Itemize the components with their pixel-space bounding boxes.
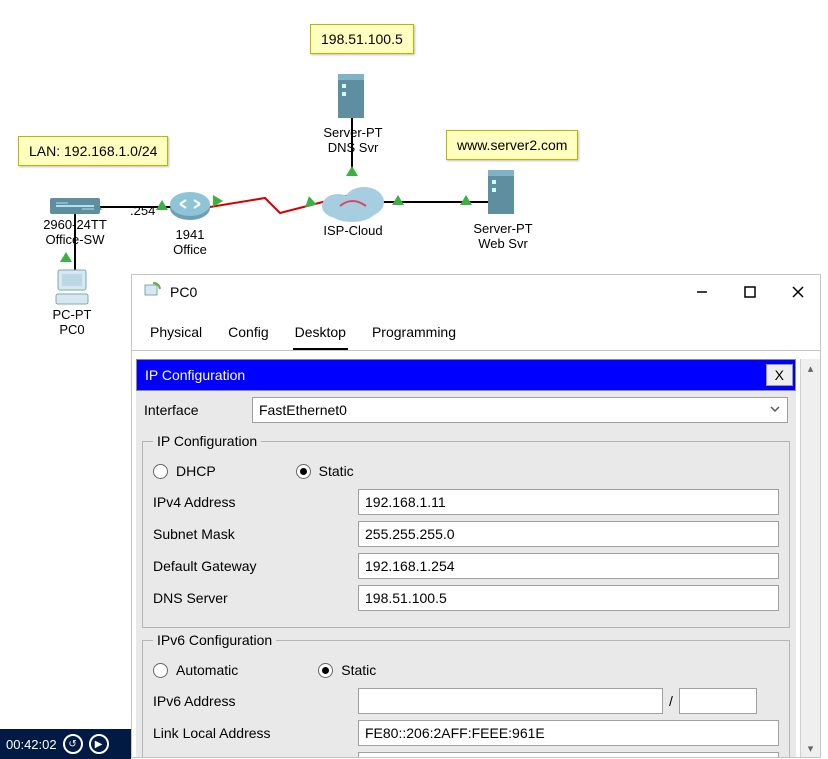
lan-note: LAN: 192.168.1.0/24 xyxy=(18,136,168,166)
radio-icon xyxy=(153,663,168,678)
link-local-label: Link Local Address xyxy=(153,725,358,741)
interface-select[interactable]: FastEthernet0 xyxy=(252,397,788,423)
pc0-config-window: PC0 Physical Config Desktop Programming … xyxy=(131,274,821,758)
ipv6-static-option[interactable]: Static xyxy=(318,662,376,678)
scroll-up-icon[interactable]: ▴ xyxy=(801,359,820,377)
minimize-button[interactable] xyxy=(692,282,712,302)
ipconfig-titlebar: IP Configuration X xyxy=(136,359,796,391)
dns-server-icon[interactable] xyxy=(334,74,368,125)
radio-icon xyxy=(318,663,333,678)
ipv6-gateway-input[interactable] xyxy=(358,752,779,757)
tab-programming[interactable]: Programming xyxy=(370,322,458,350)
ipv4-fieldset: IP Configuration DHCP Static IPv4 Addres… xyxy=(142,433,790,628)
radio-icon xyxy=(296,464,311,479)
rewind-button[interactable]: ↺ xyxy=(63,734,83,754)
tab-desktop[interactable]: Desktop xyxy=(293,322,348,350)
dns-server-input[interactable] xyxy=(358,585,779,611)
pc-icon[interactable] xyxy=(52,268,92,311)
radio-icon xyxy=(153,464,168,479)
switch-label: 2960-24TTOffice-SW xyxy=(40,218,110,248)
router-icon[interactable] xyxy=(168,190,212,225)
ipv4-address-input[interactable] xyxy=(358,489,779,515)
ipv6-legend: IPv6 Configuration xyxy=(153,632,276,648)
ipv4-static-option[interactable]: Static xyxy=(296,463,354,479)
interface-value: FastEthernet0 xyxy=(259,402,347,418)
subnet-mask-label: Subnet Mask xyxy=(153,526,358,542)
dns-server-label: DNS Server xyxy=(153,590,358,606)
tab-physical[interactable]: Physical xyxy=(148,322,204,350)
web-server-label: Server-PTWeb Svr xyxy=(468,222,538,252)
router-label: 1941Office xyxy=(168,228,212,258)
web-server-icon[interactable] xyxy=(484,170,518,221)
scroll-down-icon[interactable]: ▾ xyxy=(801,739,820,757)
router-ip-label: .254 xyxy=(130,204,155,219)
vertical-scrollbar[interactable]: ▴ ▾ xyxy=(800,359,820,757)
chevron-down-icon xyxy=(769,402,781,418)
app-icon xyxy=(144,281,162,302)
dns-ip-note: 198.51.100.5 xyxy=(310,24,414,54)
ipconfig-title: IP Configuration xyxy=(145,367,245,383)
ipv6-automatic-option[interactable]: Automatic xyxy=(153,662,238,678)
ipv6-fieldset: IPv6 Configuration Automatic Static IPv6… xyxy=(142,632,790,757)
cloud-icon[interactable] xyxy=(318,180,388,227)
subnet-mask-input[interactable] xyxy=(358,521,779,547)
prefix-separator: / xyxy=(663,693,679,709)
ipv6-address-label: IPv6 Address xyxy=(153,693,358,709)
default-gateway-label: Default Gateway xyxy=(153,558,358,574)
close-button[interactable] xyxy=(788,282,808,302)
maximize-button[interactable] xyxy=(740,282,760,302)
topology-canvas: LAN: 192.168.1.0/24 198.51.100.5 www.ser… xyxy=(0,0,828,759)
default-gateway-input[interactable] xyxy=(358,553,779,579)
web-url-note: www.server2.com xyxy=(446,130,578,160)
ipv4-dhcp-option[interactable]: DHCP xyxy=(153,463,216,479)
play-button[interactable]: ▶ xyxy=(89,734,109,754)
playback-bar: 00:42:02 ↺ ▶ xyxy=(0,729,131,759)
timer-value: 00:42:02 xyxy=(6,737,57,752)
window-title: PC0 xyxy=(170,284,197,300)
pc-label: PC-PTPC0 xyxy=(50,308,94,338)
ipv4-legend: IP Configuration xyxy=(153,433,261,449)
window-titlebar[interactable]: PC0 xyxy=(132,275,820,308)
ipv6-address-input[interactable] xyxy=(358,688,663,714)
tab-config[interactable]: Config xyxy=(226,322,270,350)
dns-server-label: Server-PTDNS Svr xyxy=(318,126,388,156)
cloud-label: ISP-Cloud xyxy=(318,224,388,239)
interface-label: Interface xyxy=(144,402,248,418)
link-local-input[interactable] xyxy=(358,720,779,746)
window-tabs: Physical Config Desktop Programming xyxy=(132,308,820,351)
ipv6-prefix-input[interactable] xyxy=(679,688,757,714)
desktop-content: IP Configuration X Interface FastEtherne… xyxy=(136,359,796,757)
ipconfig-close-button[interactable]: X xyxy=(766,364,793,386)
ipv4-address-label: IPv4 Address xyxy=(153,494,358,510)
